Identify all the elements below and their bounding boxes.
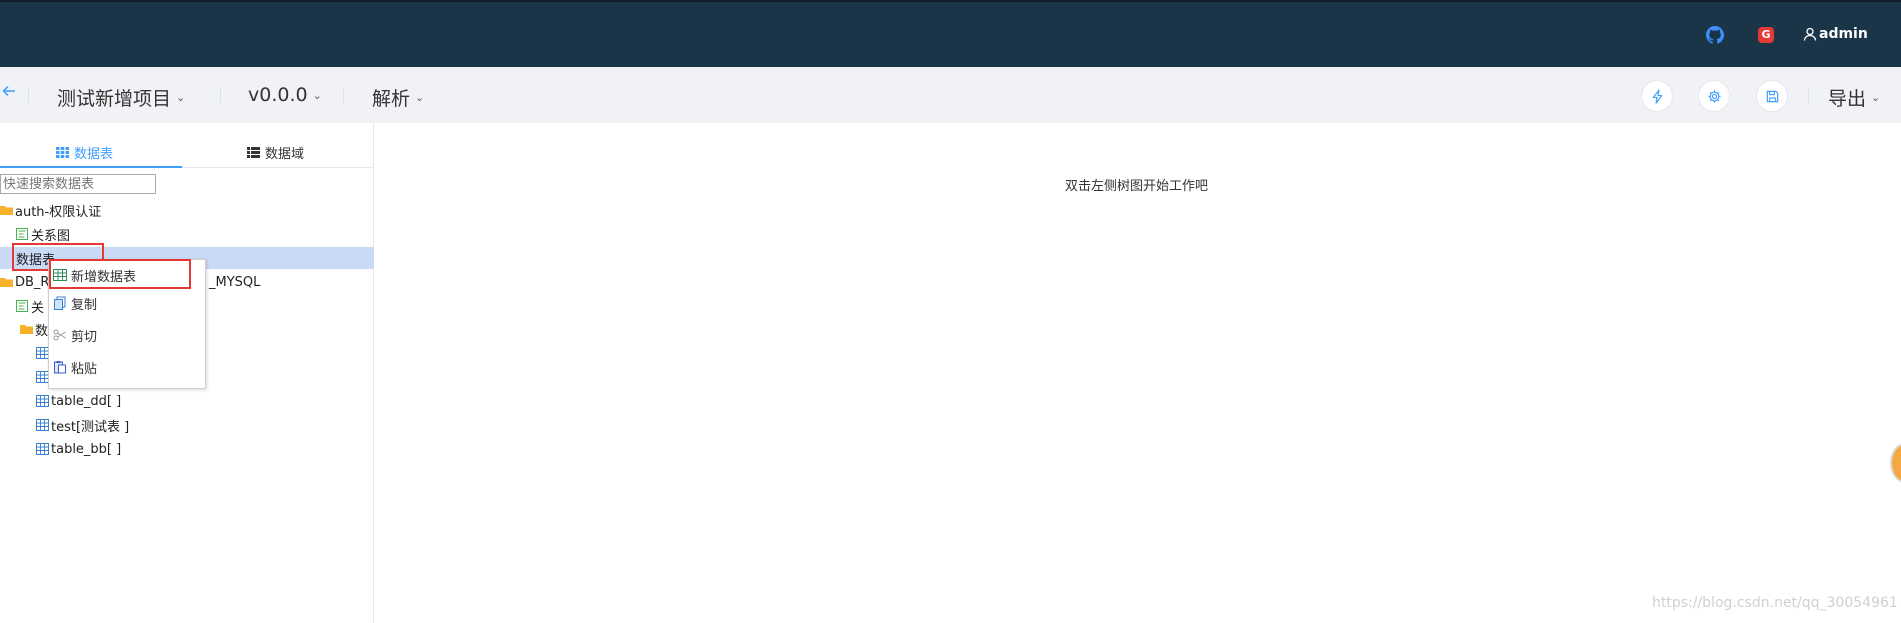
version-dropdown[interactable]: v0.0.0 ⌄ — [248, 84, 322, 106]
chevron-down-icon: ⌄ — [312, 88, 322, 102]
parse-label: 解析 — [372, 88, 411, 110]
context-menu: 新增数据表 复制 剪切 粘贴 — [48, 259, 206, 389]
tree-node-folder[interactable]: auth-权限认证 — [0, 200, 101, 220]
project-name: 测试新增项目 — [57, 88, 172, 110]
toolbar-divider — [343, 87, 344, 103]
floating-action-button[interactable] — [1890, 443, 1901, 483]
tree-node-label: test[测试表 ] — [51, 419, 130, 435]
tree-node-diagram[interactable]: 关 — [16, 296, 44, 316]
tree-node-label: 数 — [35, 323, 49, 339]
menu-item-paste[interactable]: 粘贴 — [53, 355, 201, 379]
tree-node-table[interactable]: table_dd[ ] — [36, 391, 121, 411]
user-icon — [1803, 27, 1817, 41]
lightning-icon — [1652, 88, 1662, 104]
tree-node-label: 关 — [31, 300, 45, 316]
tree-node-label: 关系图 — [31, 228, 71, 244]
menu-item-label: 新增数据表 — [71, 269, 137, 285]
active-tab-indicator — [0, 166, 182, 168]
settings-button[interactable] — [1698, 80, 1730, 112]
tree-node-diagram[interactable]: 关系图 — [16, 224, 70, 244]
empty-state-hint: 双击左侧树图开始工作吧 — [1065, 179, 1209, 194]
export-dropdown[interactable]: 导出 ⌄ — [1828, 84, 1880, 111]
toolbar-divider — [1808, 87, 1809, 103]
tree-node-label: auth-权限认证 — [15, 204, 102, 220]
diagram-icon — [16, 228, 28, 240]
app-root: G admin 测试新增项目 ⌄ v0.0.0 ⌄ 解析 ⌄ 导出 ⌄ 数据表 … — [0, 0, 1901, 623]
tree-node-folder[interactable]: 数 — [20, 319, 48, 339]
tab-data-tables[interactable]: 数据表 — [56, 143, 113, 162]
menu-item-label: 复制 — [71, 297, 98, 313]
tree-node-table[interactable]: table_bb[ ] — [36, 439, 121, 459]
tab-label: 数据域 — [265, 147, 305, 162]
menu-item-copy[interactable]: 复制 — [53, 291, 201, 315]
user-name: admin — [1819, 26, 1868, 42]
toolbar-divider — [220, 87, 221, 103]
watermark: https://blog.csdn.net/qq_30054961 — [1652, 595, 1898, 611]
top-header: G admin — [0, 0, 1901, 67]
table-add-icon — [53, 269, 67, 281]
table-icon — [36, 419, 49, 431]
tree-node-label: table_bb[ ] — [51, 441, 122, 457]
table-search-input[interactable] — [0, 174, 156, 194]
menu-item-add-table[interactable]: 新增数据表 — [53, 263, 201, 287]
folder-icon — [0, 206, 13, 215]
table-icon — [36, 395, 49, 407]
list-icon — [247, 147, 260, 158]
lightning-button[interactable] — [1641, 80, 1673, 112]
back-arrow-icon[interactable] — [2, 84, 16, 98]
tree-node-table[interactable]: test[测试表 ] — [36, 415, 129, 435]
menu-item-label: 粘贴 — [71, 361, 98, 377]
paste-icon — [54, 361, 66, 374]
gitee-icon[interactable]: G — [1758, 27, 1774, 43]
diagram-icon — [16, 300, 28, 312]
menu-item-label: 剪切 — [71, 329, 98, 345]
tab-label: 数据表 — [74, 147, 114, 162]
github-icon[interactable] — [1706, 26, 1724, 44]
folder-icon — [0, 278, 13, 287]
tree-node-folder[interactable]: DB_R — [0, 272, 49, 292]
user-menu[interactable]: admin — [1803, 26, 1868, 42]
save-icon — [1766, 90, 1778, 102]
chevron-down-icon: ⌄ — [1871, 91, 1881, 104]
chevron-down-icon: ⌄ — [415, 91, 425, 104]
export-label: 导出 — [1828, 88, 1867, 110]
chevron-down-icon: ⌄ — [176, 91, 186, 104]
tab-data-domains[interactable]: 数据域 — [247, 143, 304, 162]
tree-node-label: table_dd[ ] — [51, 393, 122, 409]
tree-node-label: DB_R — [15, 274, 50, 290]
toolbar-divider — [28, 87, 29, 103]
save-button[interactable] — [1756, 80, 1788, 112]
tab-divider — [182, 167, 374, 168]
version-label: v0.0.0 — [248, 84, 308, 106]
copy-icon — [54, 296, 66, 310]
parse-dropdown[interactable]: 解析 ⌄ — [372, 84, 424, 111]
grid-icon — [56, 147, 69, 158]
menu-item-cut[interactable]: 剪切 — [53, 323, 201, 347]
folder-icon — [20, 325, 33, 334]
tree-node-label: _MYSQL — [209, 274, 261, 290]
panel-tabs: 数据表 数据域 — [0, 123, 374, 168]
gear-icon — [1707, 89, 1721, 103]
toolbar: 测试新增项目 ⌄ v0.0.0 ⌄ 解析 ⌄ 导出 ⌄ — [0, 67, 1901, 123]
table-icon — [36, 443, 49, 455]
scissors-icon — [53, 329, 66, 341]
project-dropdown[interactable]: 测试新增项目 ⌄ — [57, 84, 185, 111]
tree-node-label-tail: _MYSQL — [209, 272, 260, 292]
